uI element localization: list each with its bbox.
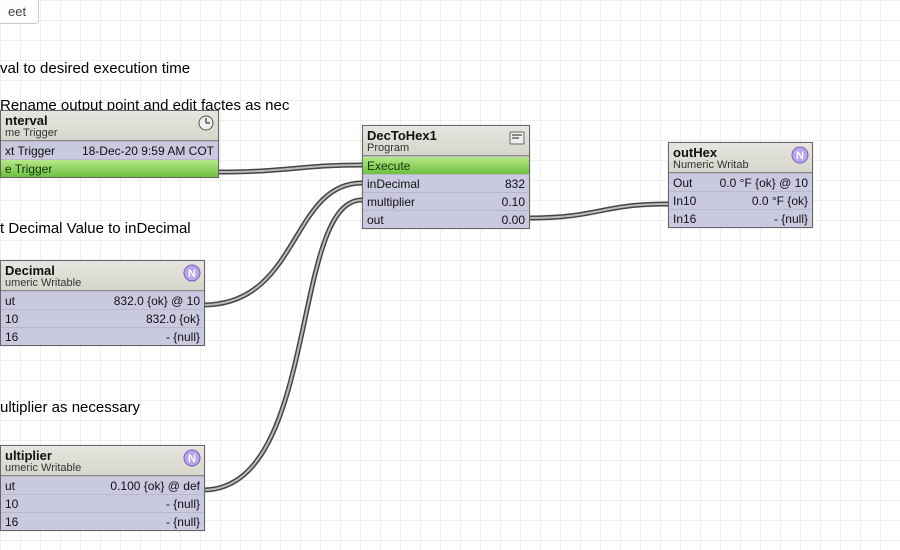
comment-decimal: t Decimal Value to inDecimal — [0, 220, 191, 237]
node-outhex[interactable]: outHex Numeric Writab N Out 0.0 °F {ok} … — [668, 142, 813, 228]
slot-out[interactable]: ut 0.100 {ok} @ def — [1, 476, 204, 494]
node-dectohex[interactable]: DecToHex1 Program Execute inDecimal 832 … — [362, 125, 530, 229]
node-title: nterval — [5, 113, 214, 128]
slot-label: xt Trigger — [5, 144, 55, 158]
comment-multiplier: ultiplier as necessary — [0, 399, 140, 416]
slot-value: - {null} — [166, 497, 200, 511]
svg-text:N: N — [188, 268, 196, 280]
node-subtitle: Program — [367, 142, 525, 154]
slot-label: inDecimal — [367, 177, 420, 191]
node-header[interactable]: outHex Numeric Writab N — [669, 143, 812, 173]
slot-value: 832.0 {ok} @ 10 — [114, 294, 200, 308]
svg-text:N: N — [796, 150, 804, 162]
slot-out[interactable]: out 0.00 — [363, 210, 529, 228]
slot-label: ut — [5, 294, 15, 308]
slot-label: Out — [673, 176, 692, 190]
slot-label: 10 — [5, 312, 18, 326]
slot-value: 0.0 °F {ok} — [752, 194, 808, 208]
slot-value: 832.0 {ok} — [146, 312, 200, 326]
node-header[interactable]: ultiplier umeric Writable N — [1, 446, 204, 476]
slot-value: 0.100 {ok} @ def — [110, 479, 200, 493]
slot-label: Execute — [367, 159, 410, 173]
slot-value: - {null} — [774, 212, 808, 226]
slot-value: 832 — [505, 177, 525, 191]
node-header[interactable]: nterval me Trigger — [1, 111, 218, 141]
slot-value: - {null} — [166, 515, 200, 529]
node-interval[interactable]: nterval me Trigger xt Trigger 18-Dec-20 … — [0, 110, 219, 178]
svg-text:N: N — [188, 453, 196, 465]
slot-label: out — [367, 213, 384, 227]
slot-value: - {null} — [166, 330, 200, 344]
sheet-tab[interactable]: eet — [0, 0, 39, 24]
slot-label: 16 — [5, 515, 18, 529]
node-indecimal[interactable]: Decimal umeric Writable N ut 832.0 {ok} … — [0, 260, 205, 346]
node-header[interactable]: DecToHex1 Program — [363, 126, 529, 156]
slot-multiplier[interactable]: multiplier 0.10 — [363, 192, 529, 210]
sheet-tab-label: eet — [8, 4, 26, 19]
node-title: outHex — [673, 145, 808, 160]
slot-label: In10 — [673, 194, 696, 208]
program-icon — [508, 129, 526, 147]
slot-label: 16 — [5, 330, 18, 344]
clock-icon — [197, 114, 215, 132]
node-subtitle: umeric Writable — [5, 462, 200, 474]
node-header[interactable]: Decimal umeric Writable N — [1, 261, 204, 291]
slot-value: 0.0 °F {ok} @ 10 — [720, 176, 808, 190]
slot-in10[interactable]: 10 832.0 {ok} — [1, 309, 204, 327]
slot-label: e Trigger — [5, 162, 52, 176]
slot-value: 0.10 — [502, 195, 525, 209]
node-title: Decimal — [5, 263, 200, 278]
node-subtitle: me Trigger — [5, 127, 214, 139]
node-title: DecToHex1 — [367, 128, 525, 143]
node-subtitle: Numeric Writab — [673, 159, 808, 171]
slot-indecimal[interactable]: inDecimal 832 — [363, 174, 529, 192]
numeric-icon: N — [183, 264, 201, 282]
slot-in10[interactable]: 10 - {null} — [1, 494, 204, 512]
slot-execute[interactable]: Execute — [363, 156, 529, 174]
slot-in16[interactable]: In16 - {null} — [669, 209, 812, 227]
numeric-icon: N — [791, 146, 809, 164]
slot-value: 18-Dec-20 9:59 AM COT — [82, 144, 214, 158]
slot-label: 10 — [5, 497, 18, 511]
node-subtitle: umeric Writable — [5, 277, 200, 289]
node-title: ultiplier — [5, 448, 200, 463]
node-multiplier[interactable]: ultiplier umeric Writable N ut 0.100 {ok… — [0, 445, 205, 531]
numeric-icon: N — [183, 449, 201, 467]
slot-label: multiplier — [367, 195, 415, 209]
slot-label: In16 — [673, 212, 696, 226]
comment-interval: val to desired execution time — [0, 60, 190, 77]
slot-in10[interactable]: In10 0.0 °F {ok} — [669, 191, 812, 209]
slot-next-trigger[interactable]: xt Trigger 18-Dec-20 9:59 AM COT — [1, 141, 218, 159]
slot-fire-trigger[interactable]: e Trigger — [1, 159, 218, 177]
slot-in16[interactable]: 16 - {null} — [1, 512, 204, 530]
slot-out[interactable]: Out 0.0 °F {ok} @ 10 — [669, 173, 812, 191]
slot-value: 0.00 — [502, 213, 525, 227]
slot-label: ut — [5, 479, 15, 493]
slot-out[interactable]: ut 832.0 {ok} @ 10 — [1, 291, 204, 309]
slot-in16[interactable]: 16 - {null} — [1, 327, 204, 345]
